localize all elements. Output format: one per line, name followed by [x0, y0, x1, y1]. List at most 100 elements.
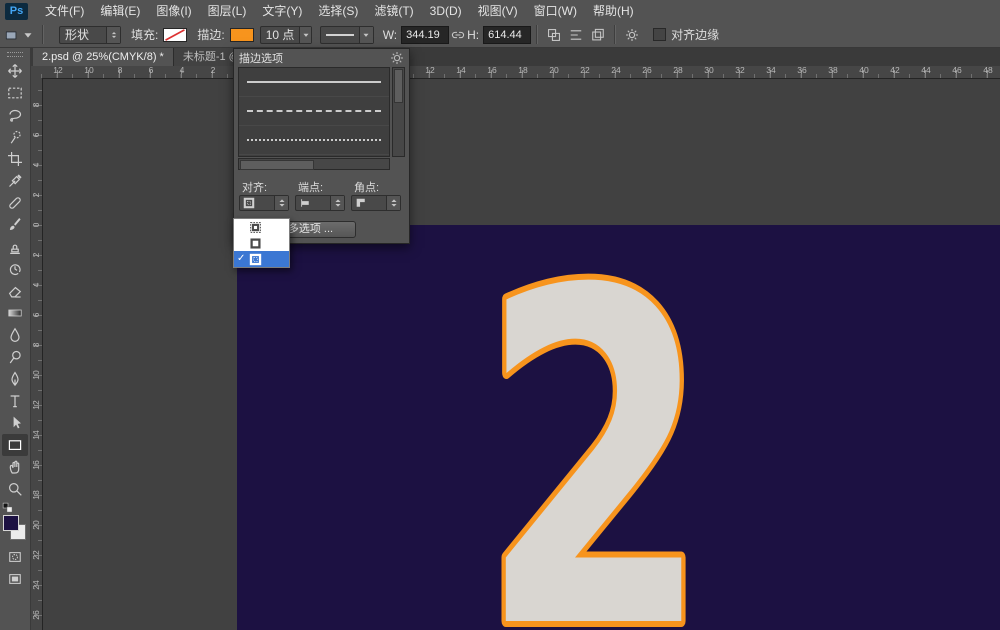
- corners-select[interactable]: [351, 195, 401, 211]
- tool-spot-healing[interactable]: [2, 192, 28, 214]
- menu-item-1[interactable]: 编辑(E): [92, 1, 148, 22]
- rectangular-marquee-icon: [7, 85, 23, 101]
- menu-item-10[interactable]: 帮助(H): [585, 1, 642, 22]
- tool-gradient[interactable]: [2, 302, 28, 324]
- path-arrange-button[interactable]: [587, 25, 609, 45]
- tool-hand[interactable]: [2, 456, 28, 478]
- menu-item-9[interactable]: 窗口(W): [526, 1, 585, 22]
- vruler-label: 24: [31, 580, 41, 590]
- move-icon: [7, 63, 23, 79]
- menu-item-5[interactable]: 选择(S): [310, 1, 366, 22]
- screen-mode-button[interactable]: [2, 568, 28, 590]
- tool-brush[interactable]: [2, 214, 28, 236]
- type-icon: [7, 393, 23, 409]
- hand-icon: [7, 459, 23, 475]
- tool-eraser[interactable]: [2, 280, 28, 302]
- tool-pen[interactable]: [2, 368, 28, 390]
- hruler-label: 32: [735, 65, 745, 75]
- align-edges-label: 对齐边缘: [671, 28, 720, 42]
- foreground-color-swatch[interactable]: [3, 515, 19, 531]
- tool-dodge[interactable]: [2, 346, 28, 368]
- menu-items: 文件(F) 编辑(E) 图像(I) 图层(L) 文字(Y) 选择(S) 滤镜(T) 3D(D)…: [37, 1, 642, 22]
- separator: [614, 25, 617, 44]
- tool-rectangular-marquee[interactable]: [2, 82, 28, 104]
- tool-path-selection[interactable]: [2, 412, 28, 434]
- chevron-down-icon: [358, 26, 373, 43]
- default-colors-icon[interactable]: [2, 502, 14, 514]
- tool-lasso[interactable]: [2, 104, 28, 126]
- menu-item-8[interactable]: 视图(V): [470, 1, 526, 22]
- stroke-width-select[interactable]: 10 点: [259, 25, 312, 44]
- stroke-align-dropdown: ✓✓✓: [233, 218, 290, 268]
- fill-swatch[interactable]: [163, 27, 188, 42]
- panel-grip[interactable]: [7, 52, 23, 57]
- tool-blur[interactable]: [2, 324, 28, 346]
- link-dimensions-icon[interactable]: [451, 28, 465, 42]
- vertical-ruler[interactable]: 8 6 4 2 0 2 4 6 8 10 12 14 16 18 20 22 24 26: [30, 78, 43, 630]
- hruler-label: 42: [890, 65, 900, 75]
- stroke-align-option-stroke-outside[interactable]: ✓: [234, 251, 289, 267]
- crop-icon: [7, 151, 23, 167]
- stroke-style-select[interactable]: [319, 25, 374, 44]
- hruler-label: 30: [704, 65, 714, 75]
- style-list-scrollbar[interactable]: [392, 67, 405, 157]
- caps-select[interactable]: [295, 195, 345, 211]
- geometry-options-gear-button[interactable]: [621, 25, 643, 45]
- tool-type[interactable]: [2, 390, 28, 412]
- menu-item-0[interactable]: 文件(F): [37, 1, 92, 22]
- tool-preset-button[interactable]: [3, 25, 37, 45]
- align-edges-checkbox[interactable]: [653, 28, 667, 41]
- menu-item-2[interactable]: 图像(I): [148, 1, 199, 22]
- tool-history-brush[interactable]: [2, 258, 28, 280]
- hruler-label: 38: [828, 65, 838, 75]
- tool-mode-value: 形状: [65, 28, 90, 42]
- menu-item-4[interactable]: 文字(Y): [254, 1, 310, 22]
- align-label: 对齐:: [242, 182, 268, 194]
- shape-width-input[interactable]: 344.19: [401, 25, 450, 44]
- dodge-icon: [7, 349, 23, 365]
- stroke-style-solid[interactable]: [239, 68, 389, 97]
- tool-quick-selection[interactable]: [2, 126, 28, 148]
- shape-height-input[interactable]: 614.44: [483, 25, 532, 44]
- vruler-label: 12: [31, 400, 41, 410]
- path-alignment-button[interactable]: [565, 25, 587, 45]
- tool-options-bar: 形状 填充: 描边: 10 点 W: 344.19 H: 614.44 对齐边缘: [0, 22, 1000, 48]
- horizontal-ruler[interactable]: 12 10 8 6 4 2 12 14 16 18 20 22 24 26 28 30 32 34 36 38 40 42…: [30, 66, 1000, 79]
- panel-gear-icon[interactable]: [390, 51, 404, 65]
- stroke-width-value: 10 点: [265, 28, 295, 42]
- tool-clone-stamp[interactable]: [2, 236, 28, 258]
- stroke-align-option-stroke-center[interactable]: ✓: [234, 235, 289, 251]
- tool-rectangle[interactable]: [2, 434, 28, 456]
- scrollbar-thumb[interactable]: [394, 69, 403, 103]
- photoshop-logo-icon[interactable]: Ps: [5, 2, 28, 20]
- document-tab-0[interactable]: 2.psd @ 25%(CMYK/8) *: [33, 48, 174, 66]
- blur-icon: [7, 327, 23, 343]
- hruler-label: 46: [952, 65, 962, 75]
- align-select[interactable]: [239, 195, 289, 211]
- vruler-label: 4: [31, 162, 41, 168]
- hruler-label: 2: [210, 65, 216, 75]
- stroke-align-option-stroke-inside[interactable]: ✓: [234, 219, 289, 235]
- hruler-label: 44: [921, 65, 931, 75]
- tool-eyedropper[interactable]: [2, 170, 28, 192]
- stroke-swatch[interactable]: [229, 27, 254, 42]
- document-canvas[interactable]: 2: [237, 225, 1000, 630]
- clone-stamp-icon: [7, 239, 23, 255]
- vruler-label: 26: [31, 610, 41, 620]
- tool-crop[interactable]: [2, 148, 28, 170]
- tool-move[interactable]: [2, 60, 28, 82]
- menu-item-3[interactable]: 图层(L): [200, 1, 255, 22]
- style-list-hscrollbar[interactable]: [238, 158, 390, 170]
- menu-item-7[interactable]: 3D(D): [422, 1, 470, 22]
- stroke-style-dotted[interactable]: [239, 126, 389, 155]
- tool-mode-select[interactable]: 形状: [59, 25, 121, 44]
- stroke-style-dashed[interactable]: [239, 97, 389, 126]
- scrollbar-thumb[interactable]: [240, 160, 314, 170]
- quick-mask-button[interactable]: [2, 546, 28, 568]
- hruler-label: 4: [179, 65, 185, 75]
- tool-zoom[interactable]: [2, 478, 28, 500]
- path-operations-button[interactable]: [543, 25, 565, 45]
- menu-item-6[interactable]: 滤镜(T): [366, 1, 421, 22]
- rectangle-icon: [7, 437, 23, 453]
- vruler-label: 8: [31, 342, 41, 348]
